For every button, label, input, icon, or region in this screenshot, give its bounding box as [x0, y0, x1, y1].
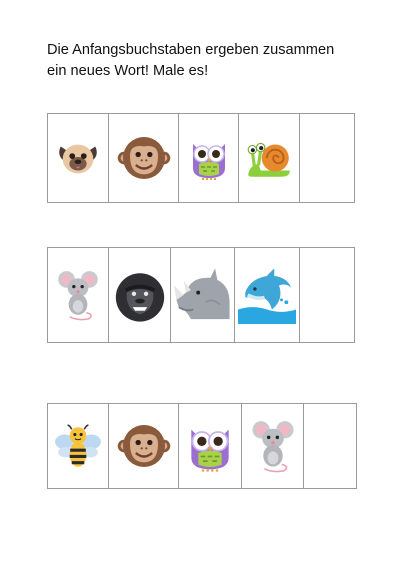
picture-cell — [48, 248, 109, 342]
picture-cell — [48, 114, 109, 202]
bee-icon — [55, 424, 101, 467]
picture-cell — [179, 114, 239, 202]
picture-cell — [48, 404, 109, 488]
instruction-line-2: ein neues Wort! Male es! — [47, 63, 209, 79]
puzzle-row-1 — [47, 113, 355, 203]
instruction-text: Die Anfangsbuchstaben ergeben zusammen e… — [47, 40, 367, 82]
snail-icon — [247, 142, 290, 177]
instruction-line-1: Die Anfangsbuchstaben ergeben zusammen — [47, 42, 335, 58]
picture-cell — [109, 248, 171, 342]
answer-cell[interactable] — [300, 248, 354, 342]
rhino-icon — [173, 268, 230, 320]
gorilla-icon — [115, 273, 164, 322]
picture-cell — [109, 404, 179, 488]
dolphin-icon — [238, 268, 296, 324]
puzzle-row-3 — [47, 403, 357, 489]
picture-cell — [179, 404, 242, 488]
monkey-icon — [117, 137, 170, 179]
picture-cell — [235, 248, 300, 342]
owl-icon — [192, 144, 225, 180]
puzzle-row-2 — [47, 247, 355, 343]
owl-icon — [191, 429, 229, 472]
answer-cell[interactable] — [304, 404, 356, 488]
picture-cell — [239, 114, 300, 202]
picture-cell — [109, 114, 179, 202]
mouse-icon — [251, 421, 294, 473]
picture-cell — [242, 404, 304, 488]
pug-icon — [59, 144, 97, 174]
answer-cell[interactable] — [300, 114, 354, 202]
monkey-icon — [117, 425, 170, 467]
picture-cell — [171, 248, 235, 342]
mouse-icon — [58, 271, 98, 321]
